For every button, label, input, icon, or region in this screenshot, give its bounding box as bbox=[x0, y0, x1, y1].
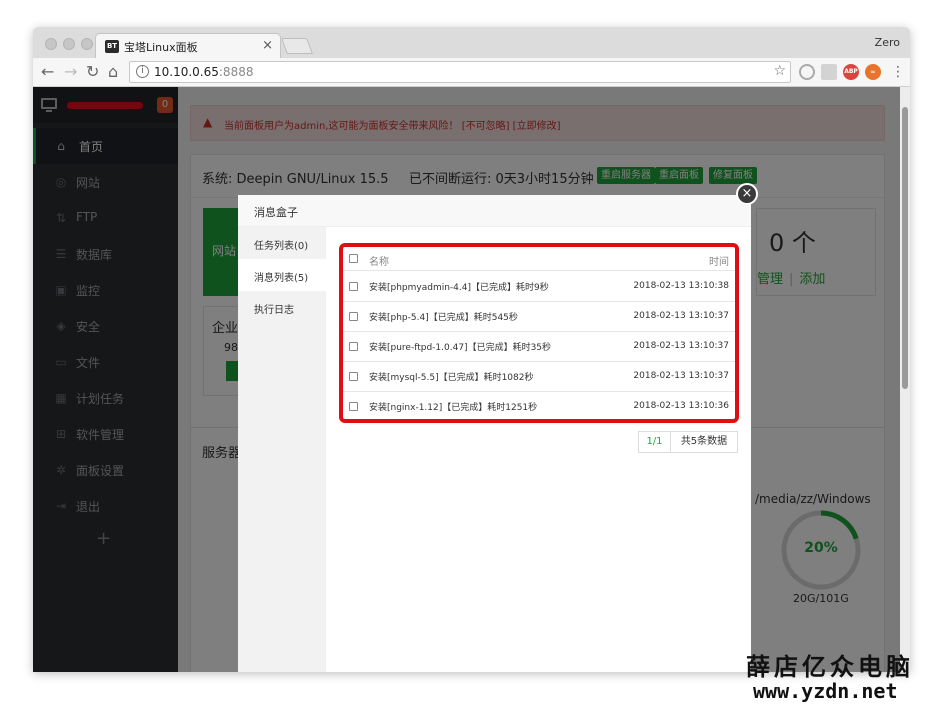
extension-circle-icon[interactable] bbox=[799, 64, 815, 80]
forward-arrow-icon[interactable]: → bbox=[64, 62, 77, 82]
pagination: 1/1 共5条数据 bbox=[638, 431, 738, 453]
table-row[interactable]: 安装[nginx-1.12]【已完成】耗时1251秒 2018-02-13 13:… bbox=[343, 392, 735, 422]
bt-favicon-icon: BT bbox=[105, 40, 119, 53]
current-page[interactable]: 1/1 bbox=[639, 432, 671, 452]
column-name: 名称 bbox=[369, 257, 389, 268]
extension-infinity-icon[interactable]: ∞ bbox=[865, 64, 881, 80]
bookmark-star-icon[interactable]: ☆ bbox=[773, 63, 786, 79]
reload-icon[interactable]: ↻ bbox=[86, 62, 99, 82]
dialog-title: 消息盒子 bbox=[254, 206, 298, 219]
row-time: 2018-02-13 13:10:37 bbox=[633, 371, 729, 381]
column-time: 时间 bbox=[709, 257, 729, 268]
watermark-url: www.yzdn.net bbox=[753, 679, 898, 703]
profile-name[interactable]: Zero bbox=[875, 36, 900, 49]
row-time: 2018-02-13 13:10:37 bbox=[633, 341, 729, 351]
tab-task-list[interactable]: 任务列表(0) bbox=[238, 227, 326, 259]
row-checkbox[interactable] bbox=[349, 342, 358, 351]
tab-close-icon[interactable]: × bbox=[262, 38, 273, 53]
row-time: 2018-02-13 13:10:37 bbox=[633, 311, 729, 321]
tab-exec-log[interactable]: 执行日志 bbox=[238, 291, 326, 323]
address-bar[interactable]: i 10.10.0.65:8888 ☆ bbox=[129, 61, 791, 83]
close-window-button[interactable] bbox=[45, 38, 57, 50]
row-checkbox[interactable] bbox=[349, 312, 358, 321]
table-row[interactable]: 安装[phpmyadmin-4.4]【已完成】耗时9秒 2018-02-13 13… bbox=[343, 272, 735, 302]
row-time: 2018-02-13 13:10:36 bbox=[633, 401, 729, 411]
minimize-window-button[interactable] bbox=[63, 38, 75, 50]
adblock-icon[interactable]: ABP bbox=[843, 64, 859, 80]
watermark-text: 薛店亿众电脑 bbox=[746, 652, 914, 681]
row-name: 安装[mysql-5.5]【已完成】耗时1082秒 bbox=[369, 373, 534, 383]
row-checkbox[interactable] bbox=[349, 402, 358, 411]
new-tab-button[interactable] bbox=[281, 38, 313, 54]
browser-window: BT 宝塔Linux面板 × Zero ← → ↻ ⌂ i 10.10.0.65… bbox=[33, 27, 910, 672]
total-count: 共5条数据 bbox=[680, 436, 728, 447]
back-arrow-icon[interactable]: ← bbox=[41, 62, 54, 82]
url-text[interactable]: 10.10.0.65:8888 bbox=[154, 65, 253, 79]
message-table: 名称 时间 安装[phpmyadmin-4.4]【已完成】耗时9秒 2018-02… bbox=[339, 243, 739, 423]
row-name: 安装[nginx-1.12]【已完成】耗时1251秒 bbox=[369, 403, 538, 413]
menu-dots-icon[interactable]: ⋮ bbox=[891, 62, 905, 82]
dialog-tabs: 任务列表(0) 消息列表(5) 执行日志 bbox=[238, 227, 326, 672]
row-time: 2018-02-13 13:10:38 bbox=[633, 281, 729, 291]
home-button-icon[interactable]: ⌂ bbox=[108, 62, 118, 82]
table-row[interactable]: 安装[pure-ftpd-1.0.47]【已完成】耗时35秒 2018-02-13… bbox=[343, 332, 735, 362]
select-all-checkbox[interactable] bbox=[349, 254, 358, 263]
tab-message-list[interactable]: 消息列表(5) bbox=[238, 259, 326, 291]
table-header: 名称 时间 bbox=[343, 247, 735, 271]
tab-title: 宝塔Linux面板 bbox=[124, 41, 198, 54]
table-row[interactable]: 安装[php-5.4]【已完成】耗时545秒 2018-02-13 13:10:3… bbox=[343, 302, 735, 332]
browser-tab[interactable]: BT 宝塔Linux面板 × bbox=[95, 33, 281, 58]
tab-strip: BT 宝塔Linux面板 × Zero bbox=[33, 27, 910, 58]
row-name: 安装[pure-ftpd-1.0.47]【已完成】耗时35秒 bbox=[369, 343, 552, 353]
scroll-thumb[interactable] bbox=[902, 107, 908, 389]
maximize-window-button[interactable] bbox=[81, 38, 93, 50]
info-icon[interactable]: i bbox=[136, 65, 149, 78]
row-name: 安装[phpmyadmin-4.4]【已完成】耗时9秒 bbox=[369, 283, 549, 293]
row-checkbox[interactable] bbox=[349, 282, 358, 291]
browser-toolbar: ← → ↻ ⌂ i 10.10.0.65:8888 ☆ ABP ∞ ⋮ bbox=[33, 58, 910, 87]
page-content: 0 ⌂首页◎网站⇅FTP☰数据库▣监控◈安全▭文件▦计划任务⊞软件管理✲面板设置… bbox=[33, 87, 910, 672]
message-box-dialog: 消息盒子 × 任务列表(0) 消息列表(5) 执行日志 名称 时间 安装[php… bbox=[238, 183, 758, 672]
row-name: 安装[php-5.4]【已完成】耗时545秒 bbox=[369, 313, 518, 323]
row-checkbox[interactable] bbox=[349, 372, 358, 381]
page-scrollbar[interactable] bbox=[900, 87, 910, 672]
dialog-close-icon[interactable]: × bbox=[736, 183, 758, 205]
dialog-header: 消息盒子 bbox=[238, 195, 751, 227]
extension-screenshot-icon[interactable] bbox=[821, 64, 837, 80]
table-row[interactable]: 安装[mysql-5.5]【已完成】耗时1082秒 2018-02-13 13:1… bbox=[343, 362, 735, 392]
